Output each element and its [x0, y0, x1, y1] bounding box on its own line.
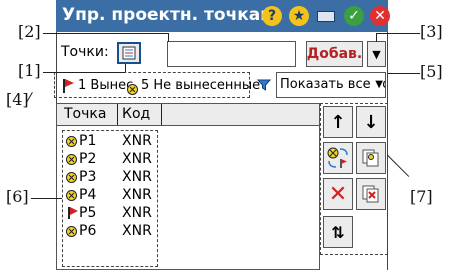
callout-2: [2] [18, 22, 41, 41]
leader-line [168, 33, 169, 42]
copy-points-icon [362, 149, 379, 167]
red-flag-cloth [65, 79, 74, 87]
point-name: P2 [79, 151, 97, 167]
not-staked-marker-icon [127, 84, 138, 95]
delete-list-button[interactable] [356, 178, 386, 210]
point-select-button[interactable] [117, 42, 141, 64]
not-stakeout-count: 5 Не вынесенные [141, 78, 261, 93]
column-header-point[interactable]: Точка [64, 106, 106, 122]
not-staked-marker-icon [66, 136, 77, 147]
close-icon[interactable]: ✕ [370, 6, 390, 26]
leader-line [125, 64, 126, 72]
not-staked-marker-icon [66, 154, 77, 165]
chevron-down-icon: ▼ [372, 47, 381, 61]
point-code: XNR [122, 151, 152, 167]
leader-line [376, 33, 420, 34]
sort-arrows-icon: ⇅ [331, 222, 345, 242]
table-row[interactable]: P5 XNR [64, 205, 164, 223]
move-up-button[interactable]: ↑ [323, 106, 353, 138]
table-row[interactable]: P1 XNR [64, 133, 164, 151]
not-staked-marker-icon [66, 226, 77, 237]
table-row[interactable]: P3 XNR [64, 169, 164, 187]
point-search-input[interactable] [167, 41, 296, 67]
help-icon[interactable]: ? [262, 6, 282, 26]
point-code: XNR [122, 187, 152, 203]
keyboard-icon[interactable] [317, 11, 335, 22]
filter-select-value: Показать все то [280, 77, 386, 92]
callout-4: [4] [6, 90, 29, 109]
window-title: Упр. проектн. точкам [62, 5, 275, 25]
callout-6: [6] [6, 187, 29, 206]
chevron-down-icon: ▼ [375, 79, 383, 90]
callout-5: [5] [420, 62, 443, 81]
point-name: P3 [79, 169, 97, 185]
point-list-icon [122, 46, 136, 60]
point-name: P4 [79, 187, 97, 203]
callout-7: [7] [410, 187, 433, 206]
arrow-up-icon: ↑ [330, 111, 346, 133]
stakeout-count: 1 Вынес [78, 78, 134, 93]
table-row[interactable]: P6 XNR [64, 223, 164, 241]
filter-icon[interactable] [257, 78, 271, 92]
add-button[interactable]: Добав. [306, 41, 363, 67]
ok-icon[interactable]: ✓ [344, 6, 364, 26]
point-name: P5 [79, 205, 97, 221]
table-row[interactable]: P4 XNR [64, 187, 164, 205]
leader-line [43, 33, 168, 34]
point-code: XNR [122, 133, 152, 149]
leader-line [31, 198, 62, 199]
callout-3: [3] [420, 22, 443, 41]
delete-list-icon [362, 185, 379, 203]
not-staked-marker-icon [66, 190, 77, 201]
column-divider [117, 104, 118, 125]
add-button-label: Добав. [306, 46, 363, 62]
point-code: XNR [122, 205, 152, 221]
add-dropdown-button[interactable]: ▼ [367, 41, 386, 67]
leader-line [387, 155, 410, 177]
arrow-down-icon: ↓ [363, 111, 379, 133]
point-name: P1 [79, 133, 97, 149]
not-staked-marker-icon [66, 172, 77, 183]
column-divider [161, 104, 162, 125]
delete-x-icon: ✕ [328, 181, 348, 207]
copy-points-button[interactable] [356, 142, 386, 174]
point-code: XNR [122, 223, 152, 239]
filter-select[interactable]: Показать все то ▼ [276, 72, 386, 98]
table-row[interactable]: P2 XNR [64, 151, 164, 169]
move-down-button[interactable]: ↓ [356, 106, 386, 138]
delete-button[interactable]: ✕ [323, 178, 353, 210]
leader-line [376, 33, 377, 42]
sort-button[interactable]: ⇅ [323, 216, 353, 248]
toggle-stakeout-button[interactable] [323, 142, 353, 174]
toggle-stakeout-icon [327, 147, 348, 168]
leader-line [43, 72, 125, 73]
favorite-star-icon[interactable]: ★ [289, 6, 309, 26]
point-code: XNR [122, 169, 152, 185]
point-name: P6 [79, 223, 97, 239]
staked-flag-cloth [70, 207, 78, 215]
column-header-code[interactable]: Код [122, 106, 150, 122]
points-label: Точки: [61, 44, 109, 60]
leader-line [388, 73, 420, 74]
callout-1: [1] [18, 61, 41, 80]
